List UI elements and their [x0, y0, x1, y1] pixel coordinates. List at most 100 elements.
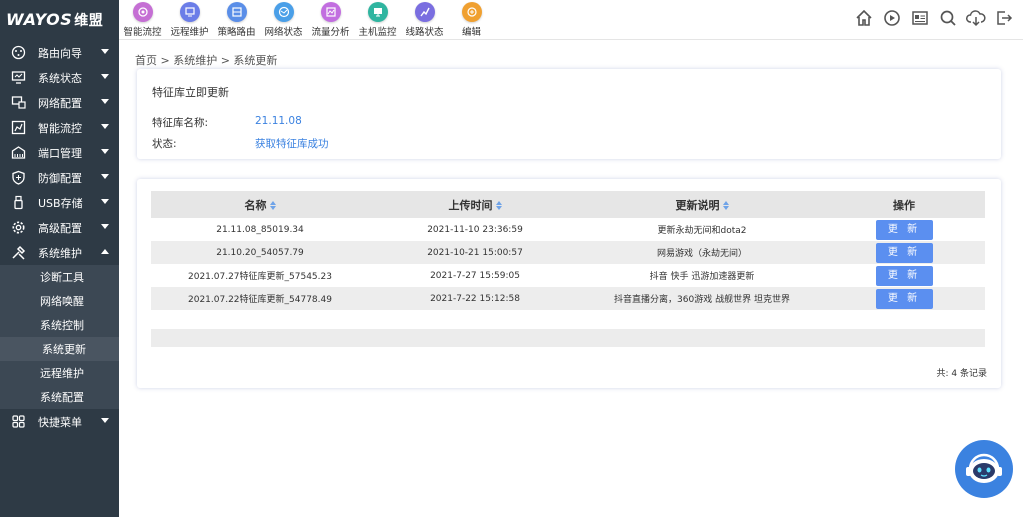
policy-route-icon — [226, 2, 247, 22]
topnav-item-traffic-analysis[interactable]: 流量分析 — [307, 0, 354, 40]
sidebar-subitem[interactable]: 诊断工具 — [0, 265, 119, 289]
header-name[interactable]: 名称 — [151, 197, 369, 213]
download-icon[interactable] — [965, 7, 987, 29]
topnav-item-edit[interactable]: 编辑 — [448, 0, 495, 40]
cell-time: 2021-10-21 15:00:57 — [427, 247, 523, 258]
cell-action: 更 新 — [823, 219, 985, 240]
cell-name: 21.11.08_85019.34 — [216, 224, 304, 235]
sidebar-subitem[interactable]: 远程维护 — [0, 361, 119, 385]
header-time[interactable]: 上传时间 — [369, 197, 581, 213]
cell-action: 更 新 — [823, 242, 985, 263]
cell-desc: 抖音 快手 迅游加速器更新 — [649, 272, 755, 282]
table-row: 21.10.20_54057.79 2021-10-21 15:00:57 网易游戏… — [151, 241, 985, 264]
chevron-down-icon — [101, 224, 109, 229]
record-count: 共: 4 条记录 — [936, 369, 987, 379]
cell-name: 2021.07.27特征库更新_57545.23 — [188, 272, 332, 282]
sidebar-item-gear[interactable]: 高级配置 — [0, 215, 119, 240]
gear-icon — [10, 220, 26, 236]
feature-status-label: 状态: — [152, 138, 177, 150]
sidebar-item-label: 系统状态 — [38, 71, 82, 85]
logo-area: WAYOS 维盟 — [0, 0, 119, 40]
sidebar-subitem[interactable]: 系统控制 — [0, 313, 119, 337]
header-desc[interactable]: 更新说明 — [581, 197, 823, 213]
sidebar-item-port[interactable]: 端口管理 — [0, 140, 119, 165]
breadcrumb: 首页 > 系统维护 > 系统更新 — [135, 54, 278, 67]
port-icon — [10, 145, 26, 161]
cell-name: 2021.07.22特征库更新_54778.49 — [188, 295, 332, 305]
news-icon[interactable] — [909, 7, 931, 29]
topnav-label: 远程维护 — [170, 27, 209, 38]
topnav-label: 智能流控 — [123, 27, 162, 38]
robot-icon — [966, 453, 1002, 483]
cell-action: 更 新 — [823, 265, 985, 286]
topnav-label: 网络状态 — [264, 27, 303, 38]
update-button[interactable]: 更 新 — [875, 242, 933, 263]
sidebar-item-usb[interactable]: USB存储 — [0, 190, 119, 215]
chart-icon — [10, 120, 26, 136]
network-status-icon — [273, 2, 294, 22]
topnav-item-remote-maintenance[interactable]: 远程维护 — [166, 0, 213, 40]
cell-desc: 网易游戏（永劫无间） — [656, 249, 747, 259]
sidebar-item-shield[interactable]: 防御配置 — [0, 165, 119, 190]
chevron-down-icon — [101, 124, 109, 129]
shield-icon — [10, 170, 26, 186]
support-bot-button[interactable] — [955, 440, 1013, 498]
sidebar-item-quick-menu[interactable]: 快捷菜单 — [0, 409, 119, 434]
sidebar-item-chart[interactable]: 智能流控 — [0, 115, 119, 140]
cell-desc: 抖音直播分离，360游戏 战舰世界 坦克世界 — [614, 295, 790, 305]
sidebar-subitem[interactable]: 系统更新 — [0, 337, 119, 361]
feature-update-title: 特征库立即更新 — [152, 86, 229, 99]
topnav-label: 策略路由 — [217, 27, 256, 38]
usb-icon — [10, 195, 26, 211]
cell-time: 2021-7-27 15:59:05 — [430, 270, 520, 281]
update-button[interactable]: 更 新 — [875, 288, 933, 309]
topnav-item-network-status[interactable]: 网络状态 — [260, 0, 307, 40]
flow-control-icon — [132, 2, 153, 22]
topnav-item-policy-route[interactable]: 策略路由 — [213, 0, 260, 40]
topnav-item-line-status[interactable]: 线路状态 — [401, 0, 448, 40]
update-list-panel: 名称 上传时间 更新说明 操作 21.11.08_85019.34 2021-11… — [137, 179, 1001, 388]
sidebar-item-tools[interactable]: 系统维护 — [0, 240, 119, 265]
sidebar-item-network-config[interactable]: 网络配置 — [0, 90, 119, 115]
wizard-icon — [10, 45, 26, 61]
cell-time: 2021-11-10 23:36:59 — [427, 224, 523, 235]
cell-desc: 更新永劫无间和dota2 — [657, 226, 747, 236]
cell-name: 21.10.20_54057.79 — [216, 247, 304, 258]
sidebar-item-label: 快捷菜单 — [38, 415, 82, 429]
update-button[interactable]: 更 新 — [875, 265, 933, 286]
sidebar: 路由向导系统状态网络配置智能流控端口管理 防御配置 USB存储高级配置系统维护诊断工… — [0, 40, 119, 517]
refresh-icon[interactable] — [881, 7, 903, 29]
update-button[interactable]: 更 新 — [875, 219, 933, 240]
home-icon[interactable] — [853, 7, 875, 29]
sidebar-submenu: 诊断工具 网络唤醒 系统控制 系统更新 远程维护 系统配置 — [0, 265, 119, 409]
chevron-down-icon — [101, 149, 109, 154]
table-row: 21.11.08_85019.34 2021-11-10 23:36:59 更新永劫… — [151, 218, 985, 241]
host-monitor-icon — [367, 2, 388, 22]
feature-name-value: 21.11.08 — [255, 115, 302, 127]
feature-status-value: 获取特征库成功 — [255, 138, 329, 150]
sort-icon[interactable] — [495, 201, 502, 210]
sidebar-item-label: 系统维护 — [38, 246, 82, 260]
cell-time: 2021-7-22 15:12:58 — [430, 293, 520, 304]
sidebar-item-label: 高级配置 — [38, 221, 82, 235]
sidebar-subitem[interactable]: 网络唤醒 — [0, 289, 119, 313]
sidebar-item-wizard[interactable]: 路由向导 — [0, 40, 119, 65]
sort-icon[interactable] — [722, 201, 729, 210]
update-table: 名称 上传时间 更新说明 操作 21.11.08_85019.34 2021-11… — [151, 191, 985, 310]
logout-icon[interactable] — [993, 7, 1015, 29]
search-icon[interactable] — [937, 7, 959, 29]
topnav-item-host-monitor[interactable]: 主机监控 — [354, 0, 401, 40]
feature-status-row: 状态: 获取特征库成功 — [152, 136, 329, 151]
sidebar-item-label: USB存储 — [38, 196, 83, 210]
table-row: 2021.07.27特征库更新_57545.23 2021-7-27 15:59:… — [151, 264, 985, 287]
chevron-down-icon — [101, 418, 109, 423]
sidebar-subitem[interactable]: 系统配置 — [0, 385, 119, 409]
chevron-down-icon — [101, 99, 109, 104]
topnav-item-flow-control[interactable]: 智能流控 — [119, 0, 166, 40]
table-body: 21.11.08_85019.34 2021-11-10 23:36:59 更新永劫… — [151, 218, 985, 310]
sidebar-item-label: 智能流控 — [38, 121, 82, 135]
sort-icon[interactable] — [269, 201, 276, 210]
header-action: 操作 — [893, 198, 915, 212]
feature-name-row: 特征库名称: 21.11.08 — [152, 115, 302, 130]
sidebar-item-monitor[interactable]: 系统状态 — [0, 65, 119, 90]
